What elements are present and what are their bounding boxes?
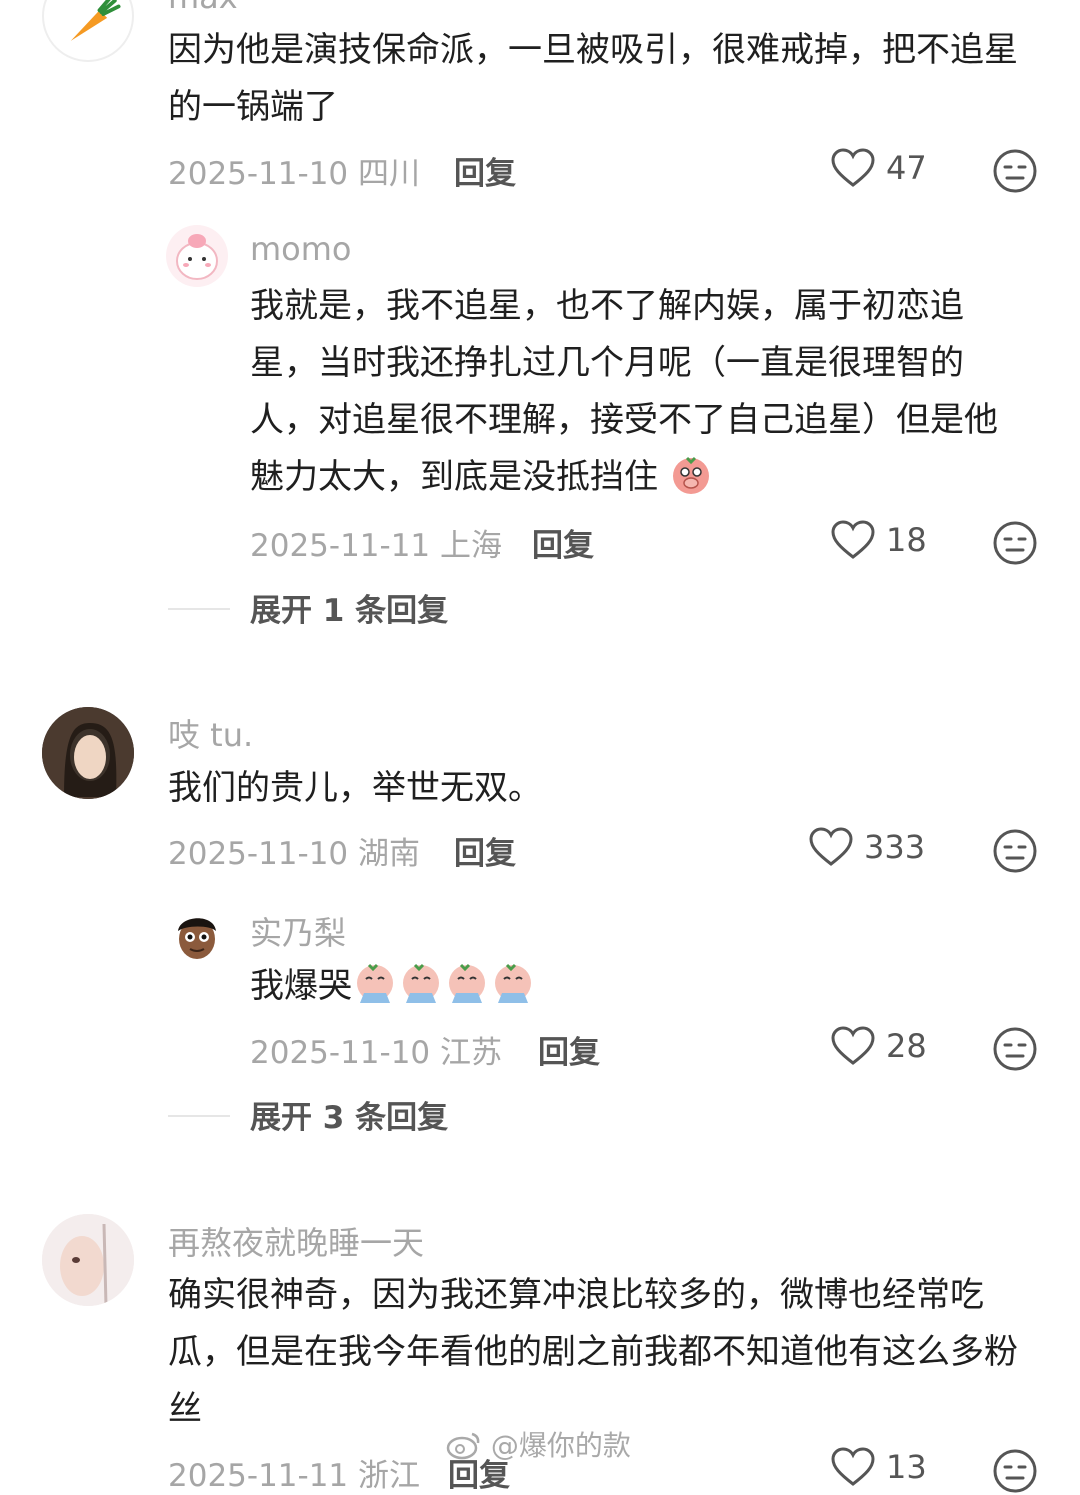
avatar[interactable]: [166, 225, 228, 287]
comment-location: 四川: [358, 156, 421, 192]
comment-location: 江苏: [440, 1035, 503, 1071]
avatar[interactable]: [42, 707, 134, 799]
comment-meta: 2025-11-10 湖南: [168, 828, 420, 873]
crying-emoji-icon: [490, 959, 536, 1023]
divider: [168, 1115, 230, 1117]
covering-mouth-emoji-icon: [669, 452, 713, 514]
comment-username[interactable]: 吱 tu.: [168, 710, 253, 756]
user-photo-icon: [42, 1214, 134, 1306]
comment-text: 我们的贵儿，举世无双。: [168, 768, 542, 808]
like-button[interactable]: 47: [830, 147, 927, 189]
comment-text: 因为他是演技保命派，一旦被吸引，很难戒掉，把不追星的一锅端了: [168, 30, 1018, 127]
like-button[interactable]: 28: [830, 1025, 927, 1067]
dislike-face-icon[interactable]: [992, 1448, 1038, 1494]
heart-icon: [831, 148, 875, 187]
comment-text-body: 我就是，我不追星，也不了解内娱，属于初恋追星，当时我还挣扎过几个月呢（一直是很理…: [250, 286, 998, 497]
reply-button[interactable]: 回复: [532, 520, 594, 565]
comment-meta: 2025-11-11 浙江: [168, 1450, 420, 1495]
cartoon-boy-icon: [178, 918, 216, 959]
like-button[interactable]: 13: [830, 1446, 927, 1488]
comment-location: 上海: [440, 528, 503, 564]
comment-date: 2025-11-11: [168, 1458, 349, 1494]
comment-meta: 2025-11-10 四川: [168, 148, 420, 193]
reply-button[interactable]: 回复: [454, 828, 516, 873]
comment-date: 2025-11-10: [250, 1035, 431, 1071]
heart-icon: [809, 827, 853, 866]
comment-text-body: 我爆哭: [250, 966, 352, 1006]
comment-meta: 2025-11-10 江苏: [250, 1027, 502, 1072]
comment-date: 2025-11-10: [168, 836, 349, 872]
avatar[interactable]: [42, 1214, 134, 1306]
expand-replies-button[interactable]: 展开 1 条回复: [250, 585, 448, 630]
like-count: 47: [886, 149, 927, 187]
dislike-face-icon[interactable]: [992, 828, 1038, 874]
expand-replies-button[interactable]: 展开 3 条回复: [250, 1092, 448, 1137]
watermark: @爆你的款: [446, 1424, 631, 1464]
weibo-logo-icon: [446, 1432, 480, 1460]
comment-meta: 2025-11-11 上海: [250, 520, 502, 565]
comment-text: 我就是，我不追星，也不了解内娱，属于初恋追星，当时我还挣扎过几个月呢（一直是很理…: [250, 278, 1030, 514]
reply-button[interactable]: 回复: [454, 148, 516, 193]
like-count: 333: [864, 828, 926, 866]
crying-emoji-icon: [352, 959, 398, 1023]
comment-text: 我爆哭: [250, 958, 1030, 1023]
like-count: 18: [886, 521, 927, 559]
heart-icon: [831, 520, 875, 559]
dislike-face-icon[interactable]: [992, 1026, 1038, 1072]
avatar[interactable]: [166, 905, 228, 967]
comment-location: 湖南: [358, 836, 421, 872]
comment-username[interactable]: 再熬夜就晚睡一天: [168, 1218, 424, 1264]
heart-icon: [831, 1026, 875, 1065]
crying-emoji-icon: [444, 959, 490, 1023]
comment-date: 2025-11-10: [168, 156, 349, 192]
avatar[interactable]: [42, 0, 134, 62]
divider: [168, 608, 230, 610]
comment-text: 确实很神奇，因为我还算冲浪比较多的，微博也经常吃瓜，但是在我今年看他的剧之前我都…: [168, 1275, 1018, 1429]
comment-username[interactable]: 实乃梨: [250, 908, 346, 954]
like-count: 28: [886, 1027, 927, 1065]
user-photo-icon: [42, 707, 134, 799]
like-button[interactable]: 18: [830, 519, 927, 561]
pink-bunny-icon: [176, 234, 218, 280]
comment-date: 2025-11-11: [250, 528, 431, 564]
comment-location: 浙江: [358, 1458, 421, 1494]
like-button[interactable]: 333: [808, 826, 925, 868]
dislike-face-icon[interactable]: [992, 148, 1038, 194]
heart-icon: [831, 1447, 875, 1486]
crying-emoji-icon: [398, 959, 444, 1023]
comment-username[interactable]: max: [168, 0, 238, 16]
watermark-text: @爆你的款: [490, 1429, 631, 1462]
like-count: 13: [886, 1448, 927, 1486]
reply-button[interactable]: 回复: [538, 1027, 600, 1072]
comment-username[interactable]: momo: [250, 230, 352, 268]
dislike-face-icon[interactable]: [992, 520, 1038, 566]
carrot-icon: [70, 0, 121, 41]
